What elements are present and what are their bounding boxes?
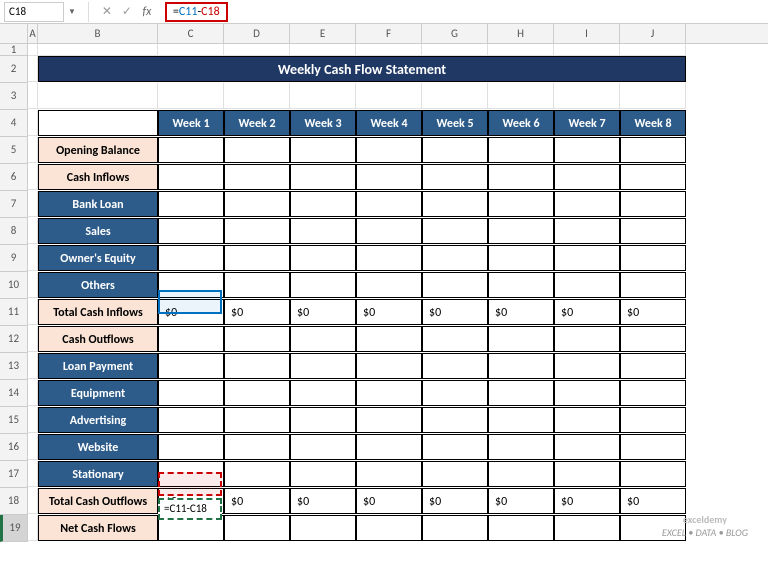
- week-header[interactable]: Week 7: [554, 110, 620, 136]
- total-outflows-label[interactable]: Total Cash Outflows: [38, 488, 158, 514]
- row-header[interactable]: 19: [0, 515, 28, 542]
- bank-loan-label[interactable]: Bank Loan: [38, 191, 158, 217]
- data-cell[interactable]: $0: [620, 299, 686, 325]
- advertising-label[interactable]: Advertising: [38, 407, 158, 433]
- data-cell[interactable]: $0: [290, 488, 356, 514]
- cash-outflows-label[interactable]: Cash Outflows: [38, 326, 158, 352]
- website-label[interactable]: Website: [38, 434, 158, 460]
- row-header[interactable]: 5: [0, 137, 28, 164]
- others-label[interactable]: Others: [38, 272, 158, 298]
- column-headers: A B C D E F G H I J: [0, 24, 768, 44]
- fx-icon[interactable]: fx: [139, 5, 155, 19]
- cash-inflows-label[interactable]: Cash Inflows: [38, 164, 158, 190]
- row-header[interactable]: 12: [0, 326, 28, 353]
- net-cash-flows-label[interactable]: Net Cash Flows: [38, 515, 158, 541]
- chevron-down-icon[interactable]: ▼: [68, 7, 76, 17]
- name-box[interactable]: C18: [4, 2, 64, 22]
- data-cell[interactable]: [356, 137, 422, 163]
- col-header-I[interactable]: I: [554, 24, 620, 43]
- row-header[interactable]: 3: [0, 83, 28, 110]
- row-header[interactable]: 11: [0, 299, 28, 326]
- data-cell[interactable]: $0: [224, 488, 290, 514]
- opening-balance-label[interactable]: Opening Balance: [38, 137, 158, 163]
- formula-bar: C18 ▼ ✕ ✓ fx =C11-C18: [0, 0, 768, 24]
- col-header-B[interactable]: B: [38, 24, 158, 43]
- select-all-corner[interactable]: [0, 24, 28, 43]
- row-header[interactable]: 13: [0, 353, 28, 380]
- col-header-G[interactable]: G: [422, 24, 488, 43]
- data-cell[interactable]: $0: [356, 299, 422, 325]
- confirm-icon[interactable]: ✓: [119, 4, 135, 19]
- data-cell[interactable]: $0: [488, 299, 554, 325]
- data-cell[interactable]: $0: [554, 299, 620, 325]
- row-header[interactable]: 10: [0, 272, 28, 299]
- week-header[interactable]: Week 8: [620, 110, 686, 136]
- week-header[interactable]: Week 4: [356, 110, 422, 136]
- row-header[interactable]: 7: [0, 191, 28, 218]
- row-header[interactable]: 15: [0, 407, 28, 434]
- sales-label[interactable]: Sales: [38, 218, 158, 244]
- loan-payment-label[interactable]: Loan Payment: [38, 353, 158, 379]
- week-header[interactable]: Week 5: [422, 110, 488, 136]
- total-inflows-label[interactable]: Total Cash Inflows: [38, 299, 158, 325]
- data-cell[interactable]: $0: [290, 299, 356, 325]
- row-header[interactable]: 1: [0, 44, 28, 56]
- owners-equity-label[interactable]: Owner's Equity: [38, 245, 158, 271]
- col-header-D[interactable]: D: [224, 24, 290, 43]
- data-cell[interactable]: $0: [224, 299, 290, 325]
- week-header[interactable]: Week 2: [224, 110, 290, 136]
- data-cell[interactable]: [488, 137, 554, 163]
- equipment-label[interactable]: Equipment: [38, 380, 158, 406]
- watermark: exceldemy EXCEL • DATA • BLOG: [662, 513, 748, 539]
- row-header[interactable]: 14: [0, 380, 28, 407]
- cancel-icon[interactable]: ✕: [99, 4, 115, 19]
- row-header[interactable]: 9: [0, 245, 28, 272]
- spreadsheet-grid[interactable]: A B C D E F G H I J 1 2 Weekly Cash Flow …: [0, 24, 768, 542]
- cell-c19[interactable]: [158, 515, 224, 541]
- row-header[interactable]: 6: [0, 164, 28, 191]
- title-cell[interactable]: Weekly Cash Flow Statement: [38, 56, 686, 82]
- data-cell[interactable]: [554, 137, 620, 163]
- row-header[interactable]: 17: [0, 461, 28, 488]
- col-header-F[interactable]: F: [356, 24, 422, 43]
- col-header-J[interactable]: J: [620, 24, 686, 43]
- week-header[interactable]: Week 1: [158, 110, 224, 136]
- data-cell[interactable]: $0: [422, 488, 488, 514]
- data-cell[interactable]: [224, 137, 290, 163]
- data-cell[interactable]: $0: [554, 488, 620, 514]
- data-cell[interactable]: [158, 137, 224, 163]
- col-header-E[interactable]: E: [290, 24, 356, 43]
- data-cell[interactable]: [422, 137, 488, 163]
- cell-c18[interactable]: $0: [158, 488, 224, 514]
- row-header[interactable]: 4: [0, 110, 28, 137]
- formula-input[interactable]: =C11-C18: [165, 2, 228, 22]
- data-cell[interactable]: [620, 137, 686, 163]
- row-header[interactable]: 2: [0, 56, 28, 83]
- row-header[interactable]: 8: [0, 218, 28, 245]
- row-header[interactable]: 18: [0, 488, 28, 515]
- col-header-A[interactable]: A: [28, 24, 38, 43]
- data-cell[interactable]: [290, 137, 356, 163]
- data-cell[interactable]: $0: [488, 488, 554, 514]
- data-cell[interactable]: $0: [422, 299, 488, 325]
- col-header-H[interactable]: H: [488, 24, 554, 43]
- week-header[interactable]: Week 6: [488, 110, 554, 136]
- row-header[interactable]: 16: [0, 434, 28, 461]
- stationary-label[interactable]: Stationary: [38, 461, 158, 487]
- data-cell[interactable]: $0: [356, 488, 422, 514]
- data-cell[interactable]: $0: [620, 488, 686, 514]
- cell-c11[interactable]: $0: [158, 299, 224, 325]
- week-header[interactable]: Week 3: [290, 110, 356, 136]
- col-header-C[interactable]: C: [158, 24, 224, 43]
